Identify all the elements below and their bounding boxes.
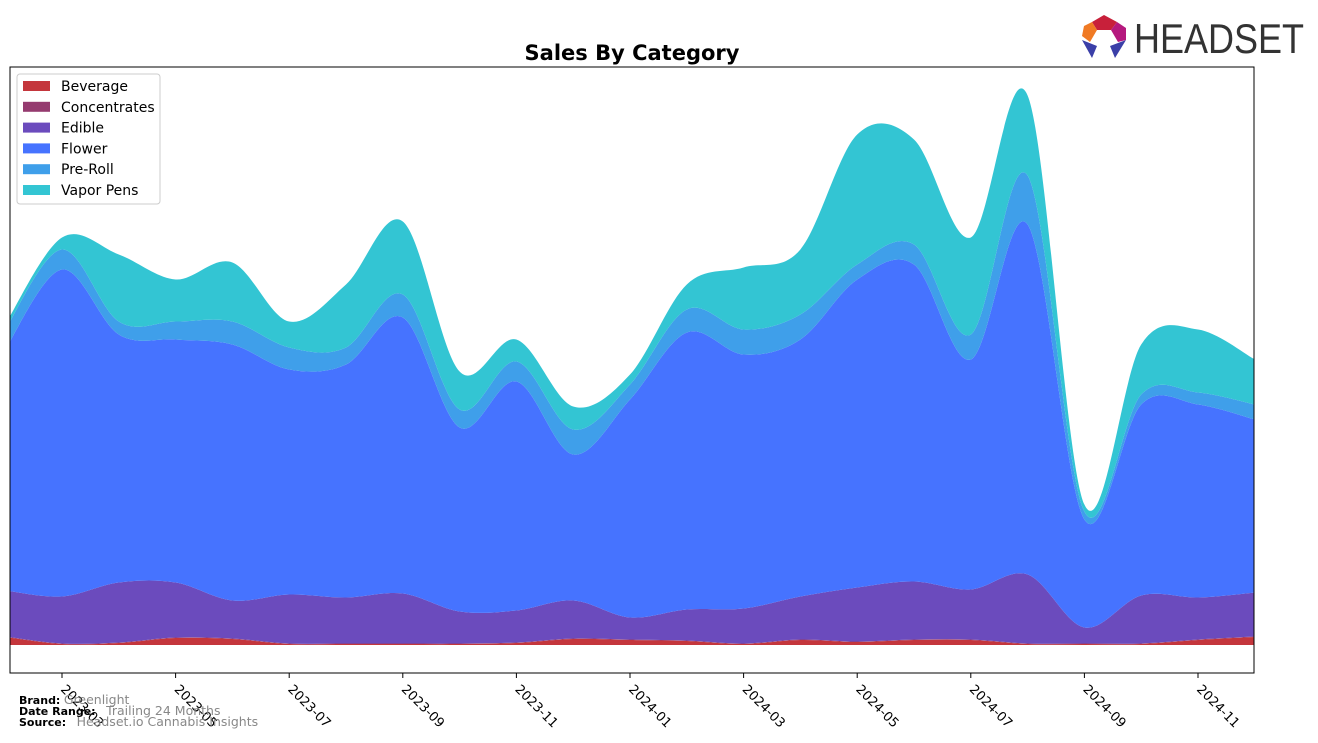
x-tick-label: 2024-01 bbox=[625, 682, 674, 731]
x-tick-label: 2024-09 bbox=[1080, 682, 1129, 731]
legend-swatch bbox=[23, 143, 50, 154]
legend-swatch bbox=[23, 81, 50, 91]
x-tick-label: 2023-09 bbox=[398, 682, 447, 731]
x-tick-label: 2024-07 bbox=[966, 682, 1015, 731]
legend-label: Vapor Pens bbox=[61, 183, 138, 199]
legend-label: Edible bbox=[61, 121, 104, 137]
legend-swatch bbox=[23, 122, 50, 133]
footer-source: Source: Headset.io Cannabis Insights bbox=[19, 714, 259, 729]
chart-title: Sales By Category bbox=[525, 41, 740, 65]
x-tick-label: 2024-11 bbox=[1193, 682, 1242, 731]
logo-text: HEADSET bbox=[1134, 15, 1304, 62]
x-tick-label: 2024-03 bbox=[739, 682, 788, 731]
x-tick-label: 2023-07 bbox=[284, 682, 333, 731]
legend: Beverage Concentrates Edible Flower Pre-Roll… bbox=[16, 73, 161, 205]
legend-label: Pre-Roll bbox=[61, 162, 114, 178]
headset-logo: HEADSET bbox=[1082, 15, 1304, 62]
chart-container: Sales By Category 2023-03 2023-05 2023-07 2… bbox=[0, 0, 1318, 743]
legend-label: Flower bbox=[61, 141, 108, 157]
source-value: Headset.io Cannabis Insights bbox=[76, 714, 259, 729]
legend-label: Beverage bbox=[61, 79, 128, 95]
legend-swatch bbox=[23, 164, 50, 175]
source-label: Source: bbox=[19, 716, 67, 729]
legend-label: Concentrates bbox=[61, 100, 155, 116]
legend-swatch bbox=[23, 185, 50, 195]
x-tick-label: 2024-05 bbox=[852, 682, 901, 731]
x-tick-label: 2023-11 bbox=[512, 682, 561, 731]
sales-by-category-chart: Sales By Category 2023-03 2023-05 2023-07 2… bbox=[9, 15, 1304, 731]
legend-swatch bbox=[23, 101, 50, 112]
